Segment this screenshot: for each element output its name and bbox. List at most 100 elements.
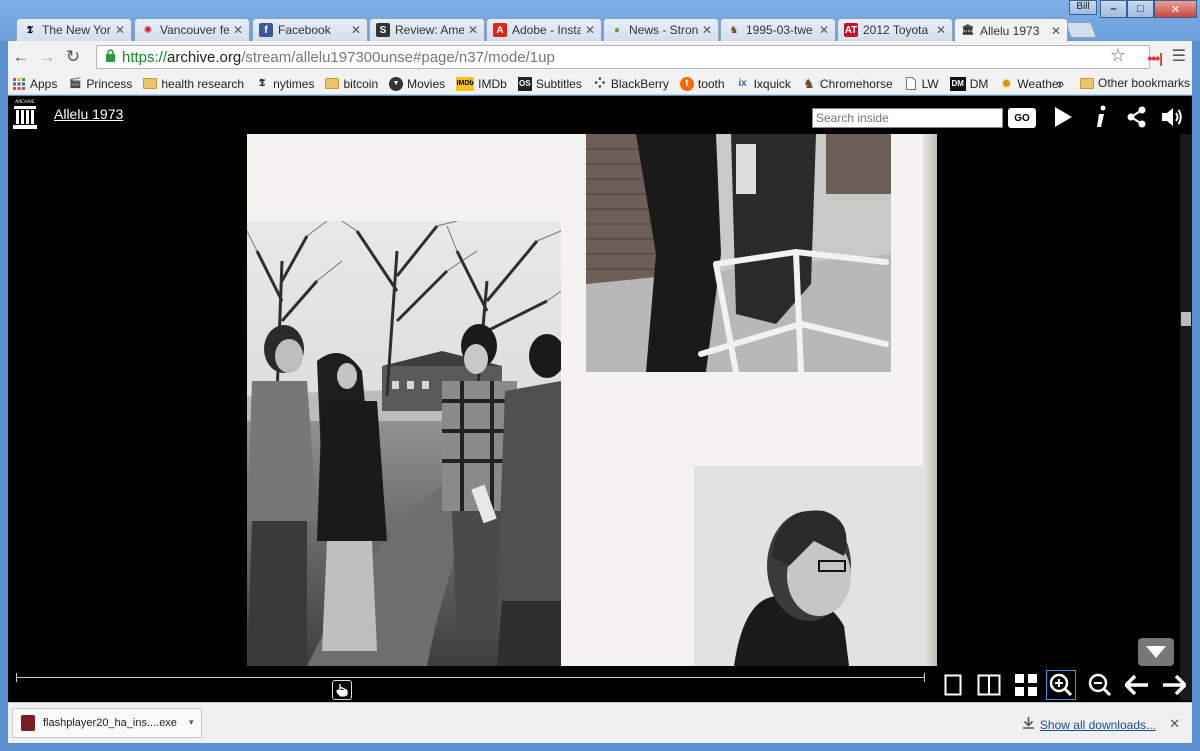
bookmark-label: Apps (30, 76, 58, 91)
page-gutter (923, 134, 937, 666)
download-item[interactable]: flashplayer20_ha_ins....exe ▾ (12, 708, 202, 738)
maximize-button[interactable]: □ (1127, 0, 1154, 18)
bookmarks-overflow-button[interactable]: » (1057, 76, 1064, 91)
hand-cursor-icon (336, 684, 348, 697)
book-page[interactable] (247, 134, 937, 666)
imdb-icon: IMDb (456, 76, 475, 91)
address-bar[interactable]: https://archive.org/stream/allelu197300u… (96, 45, 1150, 69)
toggle-toolbar-button[interactable] (1138, 638, 1174, 666)
slider-end-cap (924, 673, 925, 682)
reload-button[interactable]: ↻ (60, 44, 86, 70)
zoom-in-icon[interactable] (1046, 670, 1076, 700)
bookmark-blackberry[interactable]: ⁘ BlackBerry (593, 75, 669, 91)
tab-close-icon[interactable]: ✕ (585, 23, 595, 37)
tab-7[interactable]: ♞ 1995-03-twe ✕ (720, 18, 836, 41)
bookmark-health-research[interactable]: health research (143, 77, 244, 91)
bookmark-subtitles[interactable]: OS Subtitles (517, 76, 582, 91)
nytimes-icon: 𝕿 (26, 24, 34, 36)
forward-button[interactable]: → (34, 44, 60, 70)
bookmark-label: Movies (407, 76, 446, 91)
new-tab-button[interactable] (1065, 22, 1097, 38)
info-icon[interactable] (1088, 104, 1114, 130)
tab-8[interactable]: AT 2012 Toyota ✕ (837, 18, 953, 41)
next-page-arrow-icon[interactable] (1159, 670, 1189, 700)
apps-icon (12, 77, 26, 91)
bookmark-princess[interactable]: 🎬 Princess (68, 77, 132, 91)
browser-window: 𝕿 The New York ✕ ✺ Vancouver fe ✕ f Facebook ✕ S R… (0, 0, 1200, 751)
slider-start-cap (16, 673, 17, 682)
archive-icon: 🏛 (961, 25, 975, 36)
two-page-view-icon[interactable] (974, 670, 1004, 700)
facebook-icon: f (259, 23, 273, 37)
bookmark-label: Ixquick (753, 76, 791, 91)
close-window-button[interactable]: ✕ (1154, 0, 1197, 18)
download-options-caret-icon[interactable]: ▾ (189, 717, 194, 728)
minimize-button[interactable]: – (1100, 0, 1127, 18)
bookmark-tooth[interactable]: t tooth (679, 76, 725, 91)
group-photo (247, 221, 561, 666)
bookmark-dm[interactable]: DM DM (949, 76, 989, 91)
tab-close-icon[interactable]: ✕ (351, 23, 361, 37)
tab-4[interactable]: S Review: Amer ✕ (369, 18, 485, 41)
tab-close-icon[interactable]: ✕ (233, 23, 243, 37)
tab-title: The New York (42, 23, 111, 37)
previous-page-arrow-icon[interactable] (1122, 670, 1152, 700)
back-button[interactable]: ← (8, 44, 34, 70)
user-profile-button[interactable]: Bill (1069, 0, 1097, 15)
bookmark-apps[interactable]: Apps (12, 77, 57, 91)
tab-close-icon[interactable]: ✕ (936, 23, 946, 37)
scrollbar-thumb[interactable] (1181, 312, 1191, 326)
thumbnail-view-icon[interactable] (1011, 670, 1041, 700)
bookmark-chromehorse[interactable]: ♞ Chromehorse (802, 76, 893, 91)
show-all-downloads-link[interactable]: Show all downloads... (1022, 717, 1156, 732)
zoom-out-icon[interactable] (1085, 670, 1115, 700)
lastpass-extension-icon[interactable]: •••| (1147, 50, 1163, 66)
bookmark-movies[interactable]: ▼ Movies (389, 76, 446, 91)
bookmark-imdb[interactable]: IMDb IMDb (456, 76, 507, 91)
download-shelf: flashplayer20_ha_ins....exe ▾ Show all d… (8, 702, 1192, 743)
other-bookmarks-folder[interactable]: Other bookmarks (1080, 76, 1190, 90)
one-page-view-icon[interactable] (938, 670, 968, 700)
bookmark-weather[interactable]: ✹ Weather (999, 76, 1063, 91)
tab-close-icon[interactable]: ✕ (819, 23, 829, 37)
vertical-scrollbar[interactable] (1180, 134, 1192, 700)
tab-3[interactable]: f Facebook ✕ (252, 18, 368, 41)
play-icon[interactable] (1050, 104, 1076, 130)
share-icon[interactable] (1124, 104, 1150, 130)
bookmark-bitcoin[interactable]: bitcoin (325, 77, 378, 91)
url-path: /stream/allelu197300unse#page/n37/mode/1… (241, 48, 555, 66)
tab-close-icon[interactable]: ✕ (468, 23, 478, 37)
tab-2[interactable]: ✺ Vancouver fe ✕ (134, 18, 250, 41)
bookmark-label: DM (969, 76, 989, 91)
book-title-link[interactable]: Allelu 1973 (54, 106, 123, 122)
read-aloud-speaker-icon[interactable] (1159, 104, 1185, 130)
page-slider-track[interactable] (16, 677, 924, 678)
bookmark-star-icon[interactable]: ☆ (1110, 45, 1126, 66)
chromehorse-icon: ♞ (729, 24, 739, 36)
other-bookmarks-label: Other bookmarks (1098, 76, 1191, 90)
bookmark-label: Chromehorse (819, 76, 893, 91)
search-inside-input[interactable] (812, 108, 1003, 128)
bookmark-label: nytimes (273, 76, 315, 91)
close-download-shelf-icon[interactable]: ✕ (1169, 716, 1180, 732)
tab-9[interactable]: 🏛 Allelu 1973 ✕ (954, 18, 1068, 42)
bookmark-label: IMDb (478, 76, 507, 91)
tab-title: Review: Amer (395, 23, 464, 37)
tab-close-icon[interactable]: ✕ (1051, 24, 1061, 38)
page-slider-handle[interactable] (332, 680, 352, 700)
bookmark-label: Subtitles (535, 76, 582, 91)
bookmark-ixquick[interactable]: ix Ixquick (736, 77, 791, 91)
search-go-button[interactable]: GO (1008, 108, 1036, 128)
tab-1[interactable]: 𝕿 The New York ✕ (16, 18, 132, 41)
tab-close-icon[interactable]: ✕ (702, 23, 712, 37)
dm-icon: DM (949, 76, 966, 91)
internet-archive-logo-icon[interactable]: ARCHIVE (12, 98, 38, 132)
bookmark-label: LW (921, 76, 939, 91)
tab-5[interactable]: A Adobe - Insta ✕ (486, 18, 602, 41)
tab-close-icon[interactable]: ✕ (115, 23, 125, 37)
bookmark-nytimes[interactable]: 𝕿nytimes (255, 77, 314, 91)
bookmark-lw[interactable]: LW (904, 77, 939, 91)
tab-6[interactable]: ● News - Stron ✕ (603, 18, 719, 41)
bookmark-label: BlackBerry (610, 76, 669, 91)
chrome-menu-icon[interactable]: ☰ (1172, 46, 1186, 66)
